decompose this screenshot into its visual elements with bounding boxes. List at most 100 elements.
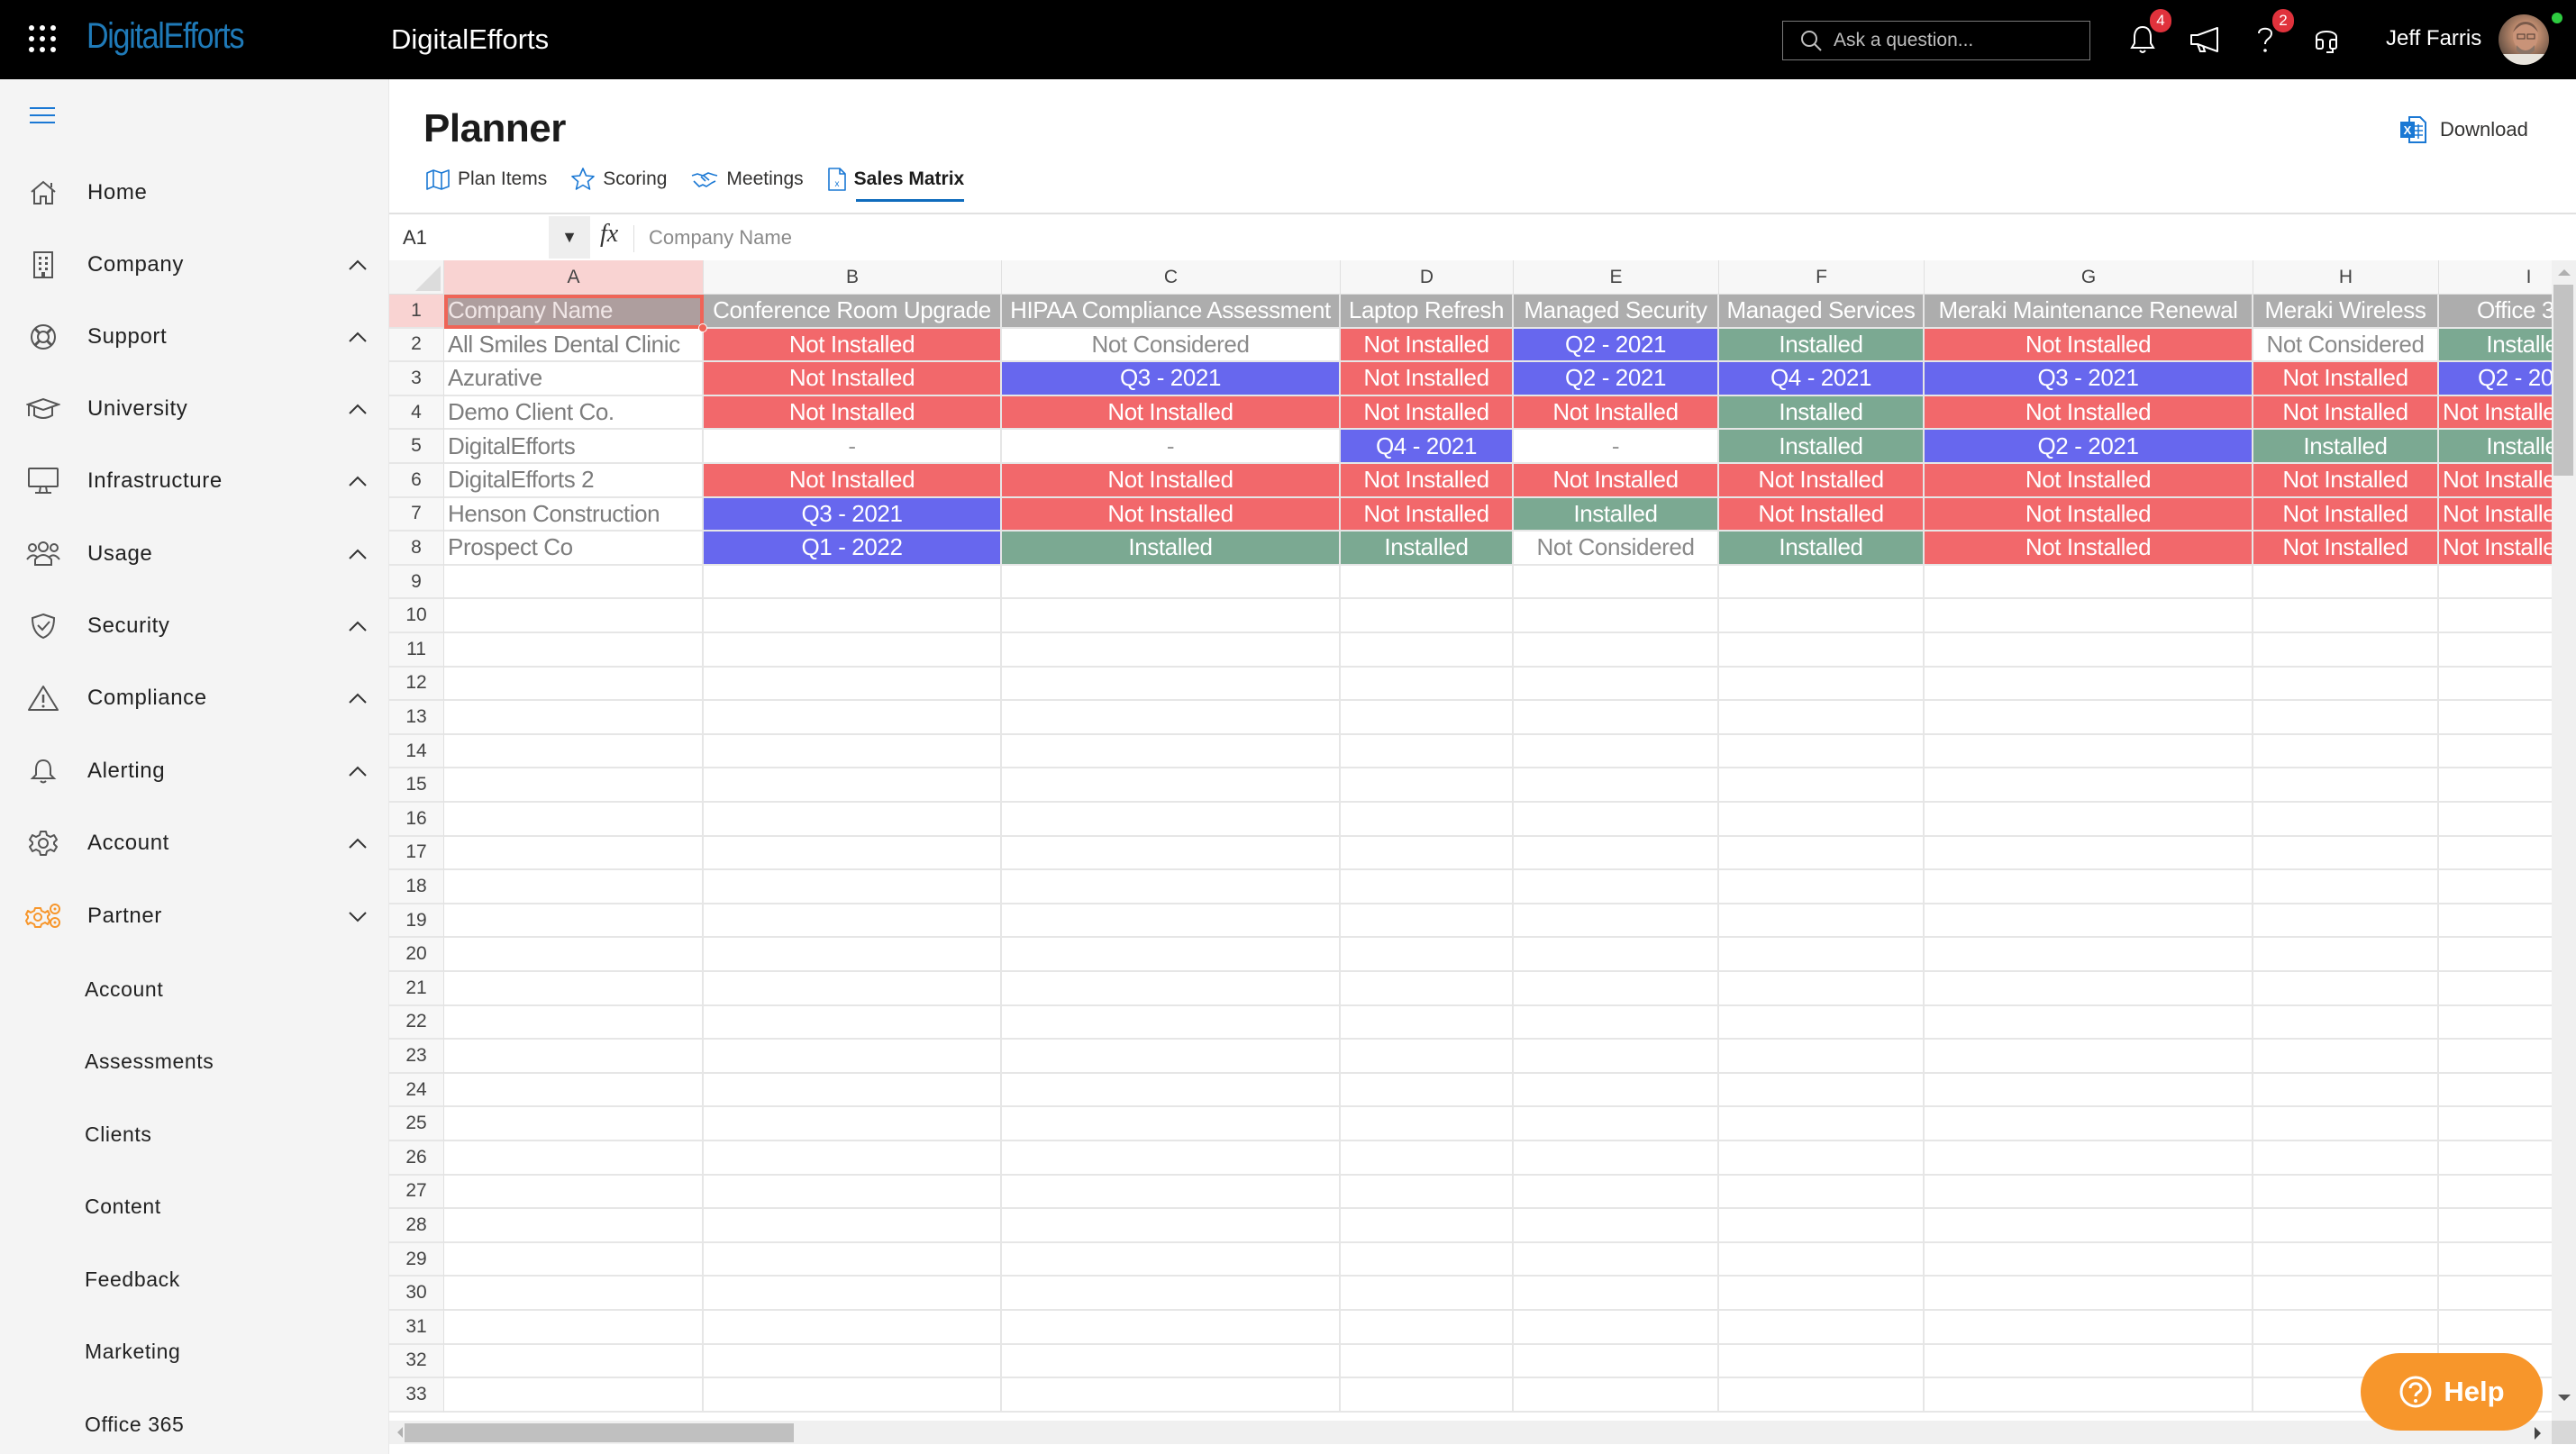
header-cell[interactable]: Meraki Maintenance Renewal <box>1925 295 2253 329</box>
status-cell[interactable]: Not Installed <box>1341 464 1514 498</box>
chevron-up-icon[interactable] <box>348 620 368 632</box>
row-header[interactable]: 8 <box>389 532 444 566</box>
empty-cell[interactable] <box>2253 1005 2439 1041</box>
status-cell[interactable]: Installed <box>2253 430 2439 464</box>
empty-cell[interactable] <box>1925 633 2253 668</box>
chevron-up-icon[interactable] <box>348 837 368 850</box>
empty-cell[interactable] <box>1719 1344 1925 1379</box>
empty-cell[interactable] <box>2253 1175 2439 1210</box>
status-cell[interactable]: Not Installed <box>704 464 1002 498</box>
empty-cell[interactable] <box>1719 1073 1925 1108</box>
empty-cell[interactable] <box>1002 734 1341 769</box>
row-header[interactable]: 7 <box>389 497 444 532</box>
status-cell[interactable]: Not Installed <box>1514 395 1719 431</box>
empty-cell[interactable] <box>1719 870 1925 904</box>
empty-cell[interactable] <box>1719 1277 1925 1311</box>
empty-cell[interactable] <box>444 972 704 1006</box>
company-name-cell[interactable]: Azurative <box>444 362 704 396</box>
empty-cell[interactable] <box>1719 972 1925 1006</box>
empty-cell[interactable] <box>2253 1209 2439 1243</box>
status-cell[interactable]: Not Installed <box>704 328 1002 363</box>
empty-cell[interactable] <box>2253 1073 2439 1108</box>
sidebar-item-infrastructure[interactable]: Infrastructure <box>0 454 389 508</box>
empty-cell[interactable] <box>444 1073 704 1108</box>
empty-cell[interactable] <box>704 1242 1002 1277</box>
empty-cell[interactable] <box>1514 870 1719 904</box>
empty-cell[interactable] <box>1514 1344 1719 1379</box>
empty-cell[interactable] <box>444 1311 704 1345</box>
company-name-cell[interactable]: Prospect Co <box>444 532 704 566</box>
empty-cell[interactable] <box>1002 938 1341 972</box>
empty-cell[interactable] <box>1925 1277 2253 1311</box>
status-cell[interactable]: Not Installed <box>1002 464 1341 498</box>
empty-cell[interactable] <box>1002 667 1341 702</box>
header-cell[interactable]: Office 365 <box>2439 295 2552 329</box>
empty-cell[interactable] <box>1002 972 1341 1006</box>
empty-cell[interactable] <box>1002 1107 1341 1141</box>
empty-cell[interactable] <box>2439 870 2552 904</box>
empty-cell[interactable] <box>1719 938 1925 972</box>
selected-cell[interactable]: Company Name <box>444 295 704 329</box>
empty-cell[interactable] <box>1341 667 1514 702</box>
empty-cell[interactable] <box>1002 1311 1341 1345</box>
empty-cell[interactable] <box>704 972 1002 1006</box>
empty-cell[interactable] <box>704 1175 1002 1210</box>
empty-cell[interactable] <box>1002 1040 1341 1074</box>
row-header[interactable]: 2 <box>389 328 444 363</box>
tab-plan-items[interactable]: Plan Items <box>425 164 547 195</box>
app-launcher-icon[interactable] <box>29 25 58 54</box>
status-cell[interactable]: Installed <box>1341 532 1514 566</box>
status-cell[interactable]: Installed <box>1514 497 1719 532</box>
empty-cell[interactable] <box>444 1277 704 1311</box>
status-cell[interactable]: Not Installed <box>2253 497 2439 532</box>
empty-cell[interactable] <box>444 734 704 769</box>
chevron-up-icon[interactable] <box>348 692 368 704</box>
empty-cell[interactable] <box>1002 1209 1341 1243</box>
user-avatar[interactable] <box>2499 14 2549 65</box>
empty-cell[interactable] <box>444 1107 704 1141</box>
empty-cell[interactable] <box>2439 904 2552 939</box>
row-header[interactable]: 26 <box>389 1141 444 1176</box>
row-header[interactable]: 9 <box>389 565 444 600</box>
horizontal-scroll-thumb[interactable] <box>405 1423 794 1442</box>
empty-cell[interactable] <box>704 803 1002 837</box>
empty-cell[interactable] <box>704 1073 1002 1108</box>
empty-cell[interactable] <box>1925 972 2253 1006</box>
status-cell[interactable]: Q4 - 2021 <box>1719 362 1925 396</box>
cell-reference-dropdown[interactable]: ▼ <box>549 216 590 259</box>
empty-cell[interactable] <box>2439 1242 2552 1277</box>
empty-cell[interactable] <box>1719 565 1925 600</box>
empty-cell[interactable] <box>1341 599 1514 633</box>
empty-cell[interactable] <box>1514 1378 1719 1413</box>
empty-cell[interactable] <box>2439 1107 2552 1141</box>
empty-cell[interactable] <box>2253 870 2439 904</box>
empty-cell[interactable] <box>1925 1040 2253 1074</box>
empty-cell[interactable] <box>1925 1175 2253 1210</box>
sidebar-subitem-clients[interactable]: Clients <box>0 1109 389 1159</box>
empty-cell[interactable] <box>1514 803 1719 837</box>
empty-cell[interactable] <box>444 599 704 633</box>
column-header-g[interactable]: G <box>1925 260 2253 295</box>
scroll-up-arrow-icon[interactable] <box>2558 269 2571 276</box>
sidebar-item-support[interactable]: Support <box>0 310 389 364</box>
fill-handle[interactable] <box>698 323 707 332</box>
empty-cell[interactable] <box>1341 1175 1514 1210</box>
empty-cell[interactable] <box>2253 1311 2439 1345</box>
status-cell[interactable]: Not Installed <box>2439 395 2552 431</box>
scroll-left-arrow-icon[interactable] <box>397 1427 403 1438</box>
status-cell[interactable]: Not Installed <box>1719 464 1925 498</box>
empty-cell[interactable] <box>1341 768 1514 803</box>
empty-cell[interactable] <box>1925 565 2253 600</box>
tab-scoring[interactable]: Scoring <box>570 164 667 195</box>
empty-cell[interactable] <box>1341 1277 1514 1311</box>
chevron-up-icon[interactable] <box>348 259 368 271</box>
empty-cell[interactable] <box>1514 633 1719 668</box>
search-input[interactable] <box>1834 30 2077 51</box>
empty-cell[interactable] <box>1514 1073 1719 1108</box>
empty-cell[interactable] <box>1719 667 1925 702</box>
empty-cell[interactable] <box>2253 565 2439 600</box>
status-cell[interactable]: Not Installed <box>1002 497 1341 532</box>
empty-cell[interactable] <box>1719 1005 1925 1041</box>
status-cell[interactable]: Not Installed <box>2253 362 2439 396</box>
empty-cell[interactable] <box>1514 565 1719 600</box>
